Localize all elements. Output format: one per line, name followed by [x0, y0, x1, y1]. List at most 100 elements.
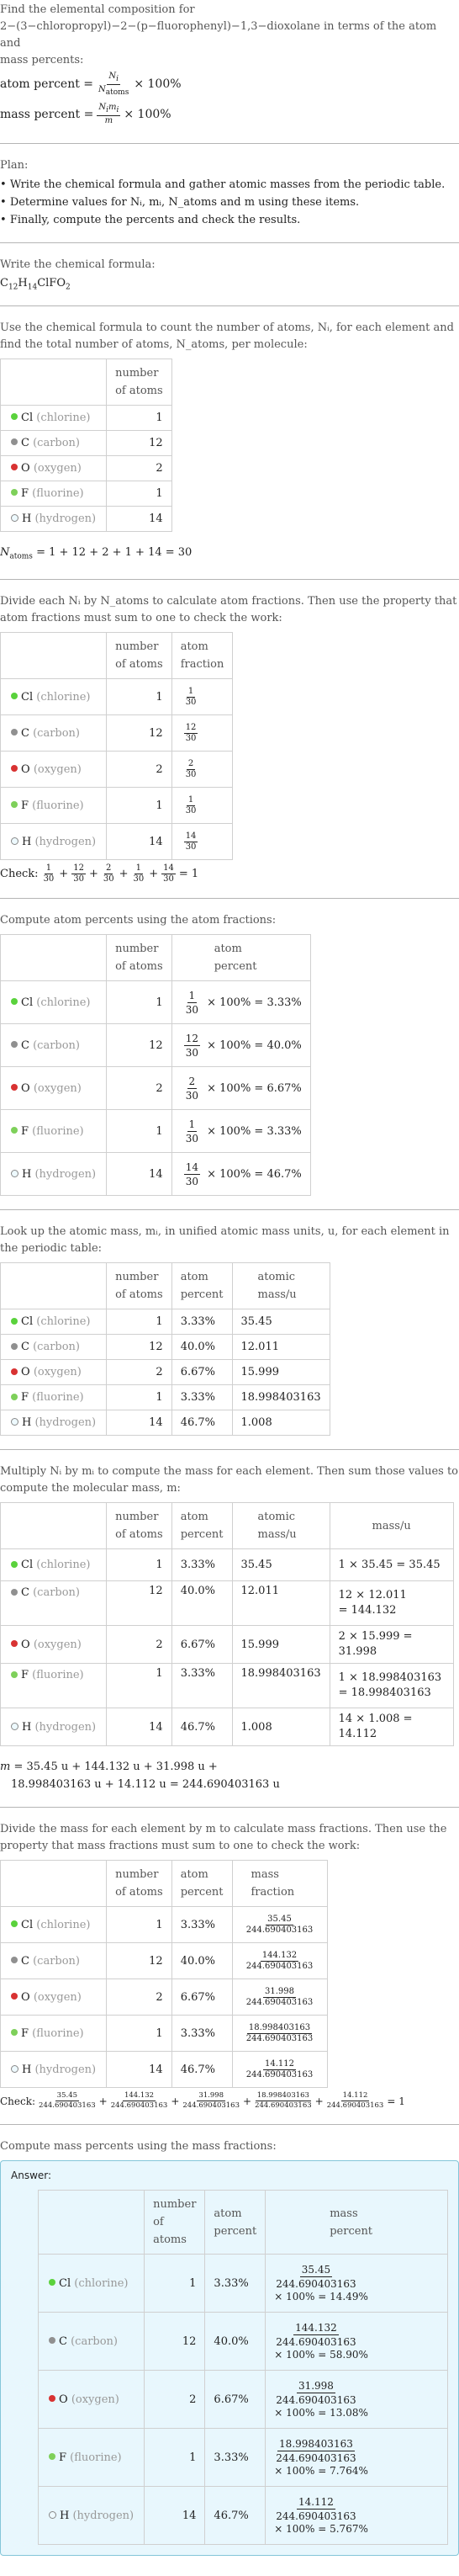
atomic-mass-cell: 15.999 [231, 1359, 330, 1386]
atom-percent-cell: 40.0% [171, 1580, 233, 1627]
atom-percent-cell: 3.33% [171, 1906, 233, 1944]
mass-fraction-instruction: Divide the mass for each element by m to… [0, 1823, 447, 1853]
table-row: O (oxygen) 2 [0, 454, 172, 481]
atomic-mass-cell: 12.011 [231, 1334, 330, 1361]
fraction: 14 30 [183, 831, 198, 852]
table-row: F (fluorine) 1 3.33% 18.998403163 244.690403… [37, 2428, 448, 2488]
atom-percent-cell: 6.67% [204, 2370, 266, 2430]
element-symbol: C [21, 1954, 29, 1968]
mass-fraction-cell: 35.45 244.690403163 [231, 1906, 328, 1944]
element-name: (hydrogen) [34, 2063, 97, 2076]
plan-item: Write the chemical formula and gather at… [0, 176, 459, 194]
number-of-atoms-header: number of atoms [106, 632, 172, 680]
element-cell: H (hydrogen) [0, 1708, 108, 1747]
fraction: 1 30 [133, 863, 145, 884]
atom-count-cell: 1 [106, 980, 172, 1025]
fraction: 35.45 244.690403163 [245, 1914, 314, 1935]
element-symbol: O [21, 1366, 30, 1379]
element-name: (hydrogen) [34, 1720, 97, 1734]
element-name: (fluorine) [32, 2026, 84, 2040]
element-symbol: H [22, 2063, 32, 2076]
table-row: H (hydrogen) 14 14 30 × 100% = 46.7% [0, 1152, 311, 1197]
chemical-formula: C12H14ClFO2 [0, 277, 71, 292]
plan-section: Plan: Write the chemical formula and gat… [0, 144, 459, 243]
table-row: F (fluorine) 1 [0, 480, 172, 507]
element-cell: Cl (chlorine) [0, 404, 108, 431]
element-symbol: H [22, 1416, 32, 1430]
element-symbol: F [21, 1669, 29, 1682]
element-color-dot-icon [11, 489, 18, 497]
table-row: H (hydrogen) 14 46.7% 14.112 244.690403163 × … [37, 2486, 448, 2546]
atomic-mass-header: atomic mass/u [231, 1502, 330, 1550]
element-color-dot-icon [49, 2337, 55, 2345]
atom-percent-cell: 6.67% [171, 1359, 233, 1386]
atom-percent-header: atom percent [171, 934, 311, 982]
element-cell: O (oxygen) [37, 2370, 145, 2430]
atom-percent-cell: 46.7% [171, 2051, 233, 2089]
element-symbol: H [22, 1167, 32, 1181]
intro-line-3: mass percents: [0, 54, 84, 66]
element-symbol: O [21, 762, 30, 776]
atom-percent-formula: atom percent = Ni Natoms × 100% [0, 69, 459, 99]
atomic-mass-cell: 1.008 [231, 1708, 330, 1747]
element-color-dot-icon [11, 513, 18, 522]
mass-cell: 1 × 35.45 = 35.45 [329, 1548, 454, 1582]
atom-percent-cell: 6.67% [171, 1978, 233, 2016]
mass-fraction-section: Divide the mass for each element by m to… [0, 1808, 459, 2126]
element-color-dot-icon [11, 413, 18, 421]
atom-count-cell: 1 [106, 1906, 172, 1944]
mass-cell: 14 × 1.008 = 14.112 [329, 1708, 454, 1747]
element-cell: H (hydrogen) [0, 505, 108, 532]
element-color-dot-icon [11, 837, 18, 845]
element-cell: H (hydrogen) [0, 1410, 108, 1437]
mass-fraction-check: Check: 35.45 244.690403163 + 144.132 244.6… [0, 2091, 405, 2111]
fraction: 12 30 [183, 1032, 200, 1059]
element-cell: O (oxygen) [0, 1625, 108, 1665]
element-symbol: O [59, 2393, 68, 2406]
element-symbol: F [21, 799, 29, 812]
element-cell: Cl (chlorine) [0, 1548, 108, 1582]
atom-percent-fraction: Ni Natoms [98, 71, 129, 97]
element-symbol: H [22, 835, 32, 848]
atom-fraction-check: Check: 1 30 + 12 30 + 2 30 + 1 30 + 14 30 = 1 [0, 863, 199, 884]
atom-count-cell: 1 [144, 2428, 206, 2488]
atom-percent-cell: 3.33% [171, 1384, 233, 1411]
element-name: (carbon) [71, 2334, 119, 2348]
element-symbol: F [59, 2451, 67, 2464]
element-name: (chlorine) [36, 690, 91, 704]
table-row: Cl (chlorine) 1 3.33% 35.45 244.690403163 × 1… [37, 2254, 448, 2313]
table-row: O (oxygen) 2 6.67% 31.998 244.690403163 [0, 1978, 328, 2016]
fraction: 2 30 [185, 758, 197, 779]
element-symbol: C [59, 2334, 67, 2348]
natoms-equation: Natoms = 1 + 12 + 2 + 1 + 14 = 30 [0, 545, 193, 561]
atom-percent-cell: 40.0% [171, 1942, 233, 1980]
atom-percent-cell: 1 30 × 100% = 3.33% [171, 1109, 311, 1154]
element-symbol: O [21, 1638, 30, 1651]
element-color-dot-icon [11, 2029, 18, 2037]
molecular-mass-equation: m = 35.45 u + 144.132 u + 31.998 u + 18.… [0, 1761, 280, 1792]
times-100: × 100% [124, 108, 171, 121]
element-cell: C (carbon) [0, 1334, 108, 1361]
element-color-dot-icon [11, 1393, 18, 1400]
number-of-atoms-header: number of atoms [106, 1860, 172, 1908]
table-row: C (carbon) 12 40.0% 144.132 244.690403163 × 1… [37, 2312, 448, 2372]
plan-item: Finally, compute the percents and check … [0, 211, 459, 229]
atom-count-cell: 1 [106, 787, 172, 825]
fraction: 18.998403163 244.690403163 [276, 2438, 356, 2465]
element-color-dot-icon [11, 1920, 18, 1928]
mass-percent-fraction: Nimi m [97, 103, 121, 125]
atom-percent-header: atom percent [171, 1502, 233, 1550]
mass-percent-instruction: Compute mass percents using the mass fra… [0, 2140, 277, 2154]
atom-count-cell: 1 [106, 1384, 172, 1411]
element-name: (carbon) [33, 1038, 81, 1052]
element-cell: C (carbon) [0, 1580, 108, 1627]
fraction: 12 30 [183, 722, 198, 743]
atom-count-cell: 14 [106, 1708, 172, 1747]
atom-percent-cell: 46.7% [204, 2486, 266, 2546]
element-name: (chlorine) [74, 2276, 129, 2290]
atom-percent-table: number of atoms atom percent Cl (chlorine)… [0, 934, 311, 1197]
element-cell: F (fluorine) [0, 1109, 108, 1154]
atom-percent-cell: 3.33% [171, 1309, 233, 1336]
atom-count-cell: 2 [106, 1359, 172, 1386]
element-name: (fluorine) [32, 1391, 84, 1405]
